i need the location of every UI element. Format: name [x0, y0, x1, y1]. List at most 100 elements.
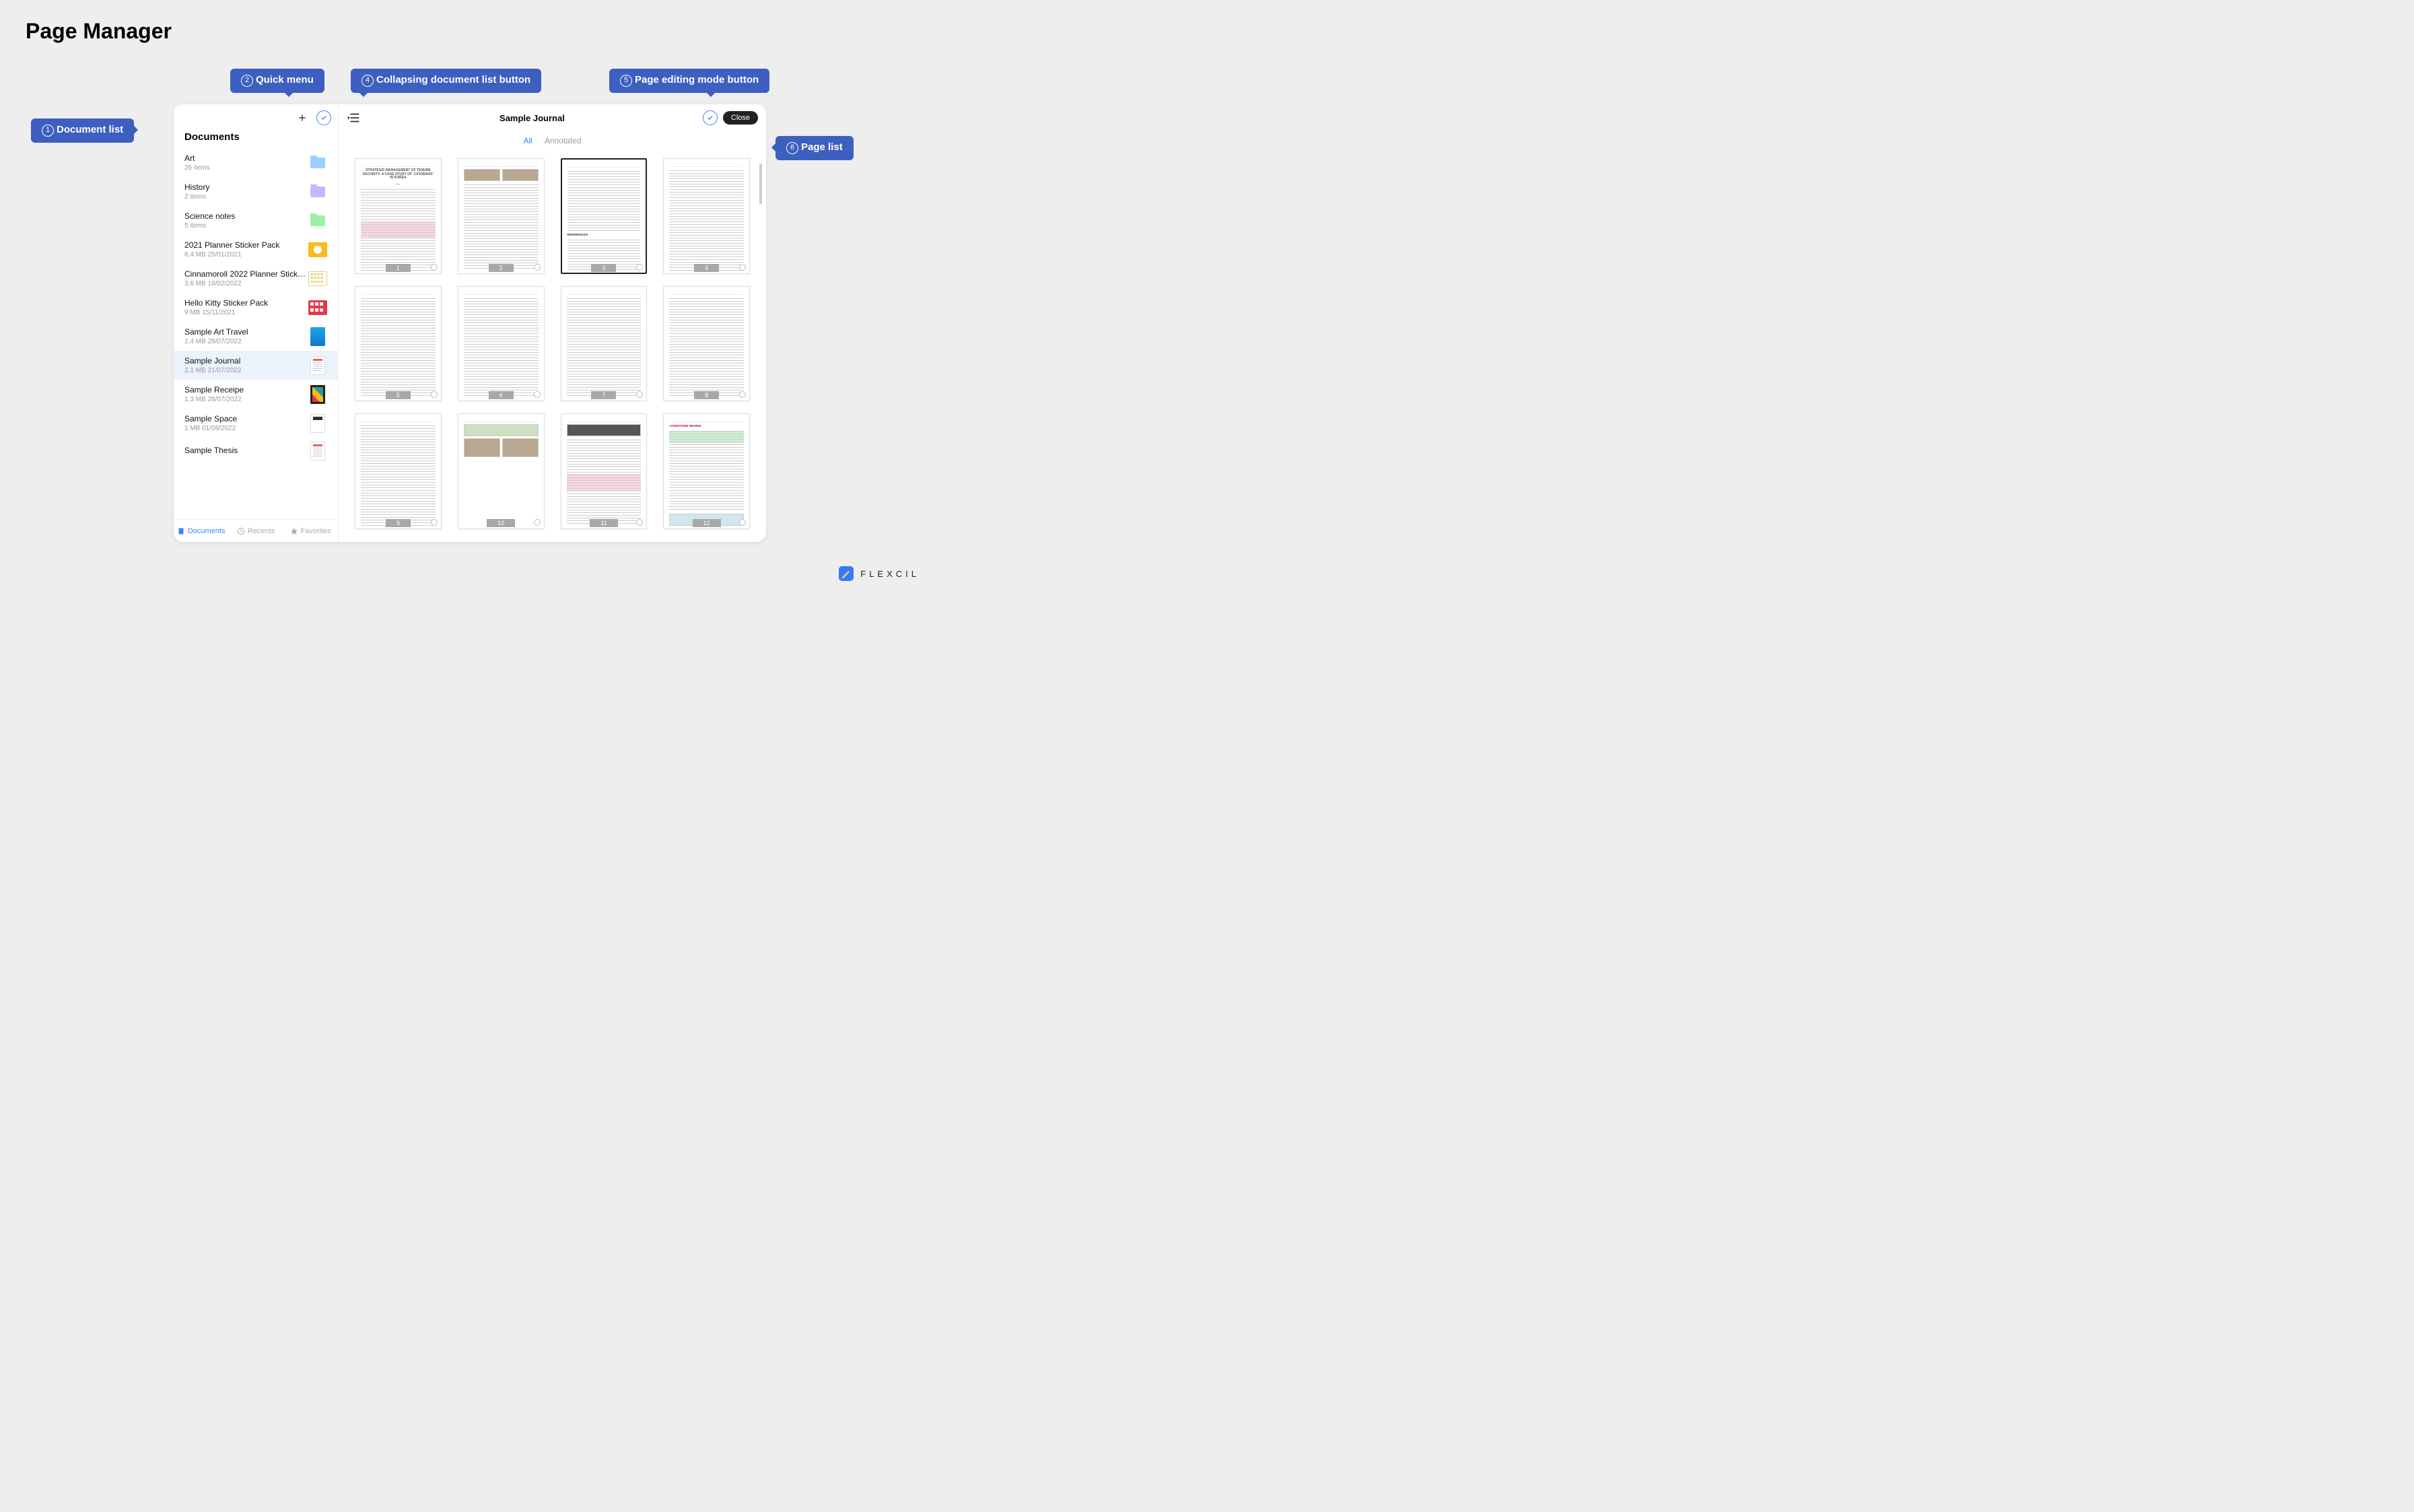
page-thumbnail[interactable]: 9: [355, 413, 442, 529]
document-meta: 3,6 MB 18/02/2022: [184, 280, 308, 287]
page-preview: [458, 286, 545, 402]
star-icon: [290, 527, 298, 535]
sync-icon: [431, 391, 438, 398]
pages-scroll-area[interactable]: STRATEGIC MANAGEMENT OF TENURE SECURITY:…: [339, 150, 766, 542]
page-number: 3: [591, 264, 616, 272]
document-name: Sample Art Travel: [184, 327, 308, 337]
document-icon: [308, 386, 327, 403]
callout-page-list: 6Page list: [775, 136, 854, 160]
document-meta: 8,4 MB 25/01/2021: [184, 251, 308, 259]
document-item[interactable]: Science notes5 items: [174, 206, 338, 235]
page-thumbnail[interactable]: 2: [458, 158, 545, 274]
page-number: 1: [386, 264, 411, 272]
page-number-bar: 9: [355, 518, 442, 528]
document-name: Science notes: [184, 211, 308, 221]
tab-recents[interactable]: Recents: [228, 520, 283, 542]
page-thumbnail[interactable]: REFERENCES3: [561, 158, 648, 274]
document-item[interactable]: Hello Kitty Sticker Pack9 MB 15/11/2021: [174, 293, 338, 322]
page-number-bar: 11: [561, 518, 648, 528]
document-item[interactable]: Sample Journal2,1 MB 21/07/2022: [174, 351, 338, 380]
page-preview: [561, 413, 648, 529]
sidebar-tabs: Documents Recents Favorites: [174, 519, 338, 542]
document-edit-mode-button[interactable]: [316, 110, 331, 125]
document-name: Sample Journal: [184, 356, 308, 366]
close-button[interactable]: Close: [723, 111, 758, 125]
callout-document-list: 1Document list: [31, 118, 134, 143]
page-thumbnail[interactable]: LITERATURE REVIEW12: [663, 413, 750, 529]
page-thumbnail[interactable]: 5: [355, 286, 442, 402]
page-number: 11: [590, 519, 617, 527]
documents-icon: [177, 527, 185, 535]
tab-favorites[interactable]: Favorites: [283, 520, 338, 542]
document-name: Sample Receipe: [184, 385, 308, 394]
page-thumbnail[interactable]: 4: [663, 158, 750, 274]
document-icon: [308, 242, 327, 258]
page-manager-panel: Documents Art26 itemsHistory2 itemsScien…: [174, 104, 766, 542]
document-meta: 1 MB 01/08/2022: [184, 425, 308, 432]
scrollbar[interactable]: [759, 164, 762, 204]
sidebar-header: [174, 104, 338, 131]
page-preview: [663, 286, 750, 402]
document-icon: [308, 357, 327, 374]
sync-icon: [739, 264, 746, 271]
document-item[interactable]: Sample Thesis: [174, 438, 338, 465]
page-number-bar: 10: [458, 518, 545, 528]
page-number-bar: 12: [663, 518, 750, 528]
brand-text: FLEXCIL: [860, 569, 920, 579]
callout-quick-menu: 2Quick menu: [230, 69, 324, 93]
page-number: 8: [694, 391, 719, 399]
page-thumbnail[interactable]: STRATEGIC MANAGEMENT OF TENURE SECURITY:…: [355, 158, 442, 274]
filter-annotated[interactable]: Annotated: [545, 136, 582, 145]
page-preview: [458, 158, 545, 274]
document-item[interactable]: Sample Receipe 1,3 MB 28/07/2022: [174, 380, 338, 409]
page-number-bar: 2: [458, 263, 545, 273]
document-item[interactable]: History2 items: [174, 177, 338, 206]
page-thumbnail[interactable]: 6: [458, 286, 545, 402]
sync-icon: [534, 519, 541, 526]
tab-documents[interactable]: Documents: [174, 520, 228, 542]
page-number: 6: [489, 391, 514, 399]
page-thumbnail[interactable]: 11: [561, 413, 648, 529]
document-item[interactable]: Sample Space1 MB 01/08/2022: [174, 409, 338, 438]
document-name: Cinnamoroll 2022 Planner Sticker…: [184, 269, 308, 279]
page-title: Page Manager: [26, 19, 172, 44]
document-item[interactable]: Sample Art Travel2,4 MB 28/07/2022: [174, 322, 338, 351]
page-preview: [663, 158, 750, 274]
page-number-bar: 1: [355, 263, 442, 273]
sync-icon: [534, 264, 541, 271]
page-number-bar: 3: [561, 263, 648, 273]
page-preview: [355, 286, 442, 402]
page-preview: LITERATURE REVIEW: [663, 413, 750, 529]
check-icon: [707, 114, 714, 121]
document-icon: [308, 329, 327, 345]
document-meta: 1,3 MB 28/07/2022: [184, 396, 308, 403]
document-name: Hello Kitty Sticker Pack: [184, 298, 308, 308]
clock-icon: [237, 527, 245, 535]
document-name: History: [184, 182, 308, 192]
page-thumbnail[interactable]: 7: [561, 286, 648, 402]
page-number-bar: 5: [355, 390, 442, 400]
document-list[interactable]: Art26 itemsHistory2 itemsScience notes5 …: [174, 148, 338, 519]
page-number: 7: [591, 391, 616, 399]
document-item[interactable]: Art26 items: [174, 148, 338, 177]
page-number: 12: [693, 519, 721, 527]
sync-icon: [739, 391, 746, 398]
page-number-bar: 8: [663, 390, 750, 400]
document-item[interactable]: Cinnamoroll 2022 Planner Sticker…3,6 MB …: [174, 264, 338, 293]
sync-icon: [636, 519, 643, 526]
current-document-title: Sample Journal: [361, 113, 703, 123]
page-thumbnail[interactable]: 8: [663, 286, 750, 402]
page-thumbnail[interactable]: 10: [458, 413, 545, 529]
sync-icon: [636, 391, 643, 398]
sync-icon: [431, 264, 438, 271]
page-preview: [458, 413, 545, 529]
page-filter-tabs: All Annotated: [339, 131, 766, 150]
document-icon: [308, 415, 327, 432]
document-icon: [308, 155, 327, 171]
filter-all[interactable]: All: [523, 136, 532, 145]
page-edit-mode-button[interactable]: [703, 110, 718, 125]
document-item[interactable]: 2021 Planner Sticker Pack8,4 MB 25/01/20…: [174, 235, 338, 264]
collapse-document-list-button[interactable]: [347, 110, 361, 125]
add-button[interactable]: [294, 109, 311, 127]
sync-icon: [739, 519, 746, 526]
